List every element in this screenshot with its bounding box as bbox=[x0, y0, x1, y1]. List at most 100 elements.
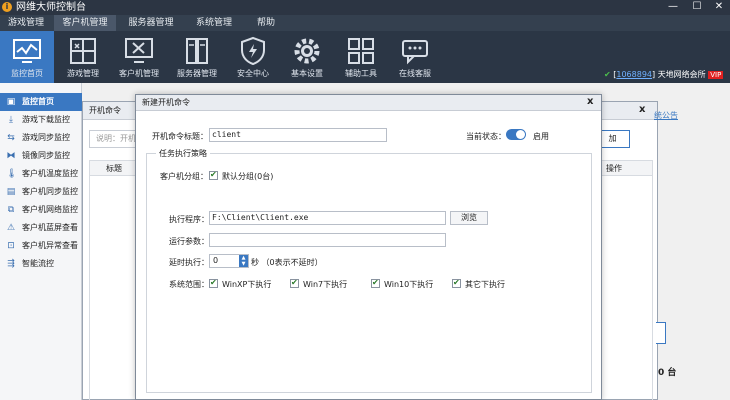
network-icon: ⧉ bbox=[7, 205, 15, 215]
sidebar-item-game-download[interactable]: ⤓ 游戏下载监控 bbox=[0, 111, 82, 129]
current-state-label: 当前状态： bbox=[466, 132, 506, 141]
tool-online-service[interactable]: 在线客服 bbox=[388, 31, 442, 83]
close-icon[interactable]: ✕ bbox=[708, 0, 730, 15]
menu-item-help[interactable]: 帮助 bbox=[246, 15, 286, 31]
state-enabled-text: 启用 bbox=[533, 132, 549, 141]
boot-command-close-icon[interactable]: x bbox=[639, 104, 645, 115]
sidebar-item-label: 客户机同步监控 bbox=[22, 187, 78, 196]
toggle-knob bbox=[516, 130, 525, 139]
sidebar-item-game-sync[interactable]: ⇆ 游戏同步监控 bbox=[0, 129, 82, 147]
sidebar-item-label: 智能流控 bbox=[22, 259, 54, 268]
new-boot-command-dialog: 新建开机命令 x 开机命令标题： client 当前状态： 启用 任务执行策略 … bbox=[135, 94, 602, 400]
partial-panel-frame bbox=[656, 322, 666, 344]
client-group-checkbox[interactable] bbox=[209, 170, 218, 180]
tool-label: 监控首页 bbox=[11, 69, 43, 78]
title-bar: i 网维大师控制台 — ☐ ✕ bbox=[0, 0, 730, 15]
app-logo-icon: i bbox=[2, 2, 12, 12]
delay-stepper[interactable]: 0 ▲ ▼ bbox=[209, 254, 249, 268]
sidebar-item-label: 游戏下载监控 bbox=[22, 115, 70, 124]
tool-game-manage[interactable]: 游戏管理 bbox=[56, 31, 110, 83]
mirror-icon: ⧓ bbox=[6, 151, 16, 161]
sidebar-item-client-temperature[interactable]: 🌡 客户机温度监控 bbox=[0, 165, 82, 183]
list-icon: ▤ bbox=[6, 187, 16, 197]
sidebar: ▣ 监控首页 ⤓ 游戏下载监控 ⇆ 游戏同步监控 ⧓ 镜像同步监控 🌡 客户机温度监控 ▤… bbox=[0, 83, 82, 400]
tool-monitor-home[interactable]: 监控首页 bbox=[0, 31, 54, 83]
system-notice-link[interactable]: 统公告 bbox=[654, 110, 678, 121]
dialog-titlebar: 新建开机命令 x bbox=[136, 95, 601, 111]
client-count: 0 台 bbox=[658, 368, 677, 378]
tool-label: 辅助工具 bbox=[345, 69, 377, 78]
net-cafe-name: 天地网络会所 bbox=[657, 70, 706, 79]
dialog-close-icon[interactable]: x bbox=[587, 96, 593, 107]
sidebar-item-label: 镜像同步监控 bbox=[22, 151, 70, 160]
exec-program-input[interactable]: F:\Client\Client.exe bbox=[209, 211, 446, 225]
stepper-arrows-icon[interactable]: ▲ ▼ bbox=[239, 255, 248, 267]
client-group-label: 客户机分组： bbox=[160, 172, 208, 181]
scope-win7-label: Win7下执行 bbox=[303, 280, 348, 289]
tool-label: 安全中心 bbox=[237, 69, 269, 78]
tool-server-manage[interactable]: 服务器管理 bbox=[170, 31, 224, 83]
monitor-home-icon: ▣ bbox=[6, 97, 16, 107]
tool-label: 在线客服 bbox=[399, 69, 431, 78]
gear-icon bbox=[294, 38, 320, 64]
flow-control-icon: ⇶ bbox=[7, 259, 15, 269]
state-toggle[interactable] bbox=[506, 129, 526, 140]
run-args-input[interactable] bbox=[209, 233, 446, 247]
sidebar-item-client-exception[interactable]: ⊡ 客户机异常查看 bbox=[0, 237, 82, 255]
menu-item-server[interactable]: 服务器管理 bbox=[120, 15, 182, 31]
system-scope-label: 系统范围： bbox=[169, 280, 209, 289]
tool-aux-tools[interactable]: 辅助工具 bbox=[334, 31, 388, 83]
menu-bar: 游戏管理 客户机管理 服务器管理 系统管理 帮助 bbox=[0, 15, 730, 31]
sidebar-item-label: 监控首页 bbox=[22, 97, 54, 106]
sidebar-item-monitor-home[interactable]: ▣ 监控首页 bbox=[0, 93, 82, 111]
scope-win10-checkbox[interactable] bbox=[371, 278, 380, 288]
online-check-icon: ✔ bbox=[604, 70, 611, 79]
tool-label: 服务器管理 bbox=[177, 69, 217, 78]
delay-label: 延时执行： bbox=[169, 258, 209, 267]
window-title: 网维大师控制台 bbox=[16, 2, 86, 13]
column-header-title[interactable]: 标题 bbox=[106, 163, 122, 174]
sidebar-item-client-sync[interactable]: ▤ 客户机同步监控 bbox=[0, 183, 82, 201]
tool-label: 游戏管理 bbox=[67, 69, 99, 78]
sync-icon: ⇆ bbox=[7, 133, 15, 143]
dialog-title: 新建开机命令 bbox=[142, 98, 190, 107]
menu-item-system[interactable]: 系统管理 bbox=[186, 15, 242, 31]
column-header-action[interactable]: 操作 bbox=[606, 163, 622, 174]
game-grid-icon bbox=[70, 38, 96, 64]
menu-item-client[interactable]: 客户机管理 bbox=[54, 15, 116, 31]
browse-button[interactable]: 浏览 bbox=[450, 211, 488, 225]
delay-unit-text: 秒 （0表示不延时） bbox=[251, 258, 323, 267]
account-link[interactable]: 1068894 bbox=[616, 70, 652, 79]
sidebar-item-label: 客户机蓝屏查看 bbox=[22, 223, 78, 232]
minimize-icon[interactable]: — bbox=[662, 0, 684, 15]
command-title-input[interactable]: client bbox=[209, 128, 387, 142]
warning-icon: ⚠ bbox=[6, 223, 16, 233]
scope-other-checkbox[interactable] bbox=[452, 278, 461, 288]
client-group-value: 默认分组(0台) bbox=[222, 172, 274, 181]
maximize-icon[interactable]: ☐ bbox=[686, 0, 708, 15]
sidebar-item-client-bluescreen[interactable]: ⚠ 客户机蓝屏查看 bbox=[0, 219, 82, 237]
scope-win10-label: Win10下执行 bbox=[384, 280, 434, 289]
task-strategy-title: 任务执行策略 bbox=[156, 148, 210, 159]
tool-basic-settings[interactable]: 基本设置 bbox=[280, 31, 334, 83]
tool-security-center[interactable]: 安全中心 bbox=[226, 31, 280, 83]
sidebar-item-image-sync[interactable]: ⧓ 镜像同步监控 bbox=[0, 147, 82, 165]
sidebar-item-client-network[interactable]: ⧉ 客户机网络监控 bbox=[0, 201, 82, 219]
client-tools-icon bbox=[125, 38, 153, 63]
menu-item-game[interactable]: 游戏管理 bbox=[0, 15, 52, 31]
sidebar-item-smart-flow[interactable]: ⇶ 智能流控 bbox=[0, 255, 82, 273]
scope-winxp-checkbox[interactable] bbox=[209, 278, 218, 288]
tool-client-manage[interactable]: 客户机管理 bbox=[112, 31, 166, 83]
thermometer-icon: 🌡 bbox=[6, 169, 18, 179]
monitor-chart-icon bbox=[13, 39, 41, 63]
shield-bolt-icon bbox=[241, 36, 265, 66]
sidebar-item-label: 客户机网络监控 bbox=[22, 205, 78, 214]
sidebar-item-label: 客户机异常查看 bbox=[22, 241, 78, 250]
screen-icon: ⊡ bbox=[7, 241, 15, 251]
bracket: ] bbox=[652, 70, 656, 79]
tool-label: 基本设置 bbox=[291, 69, 323, 78]
scope-win7-checkbox[interactable] bbox=[290, 278, 299, 288]
apps-grid-icon bbox=[348, 38, 374, 64]
command-title-label: 开机命令标题： bbox=[152, 132, 208, 141]
sidebar-item-label: 游戏同步监控 bbox=[22, 133, 70, 142]
